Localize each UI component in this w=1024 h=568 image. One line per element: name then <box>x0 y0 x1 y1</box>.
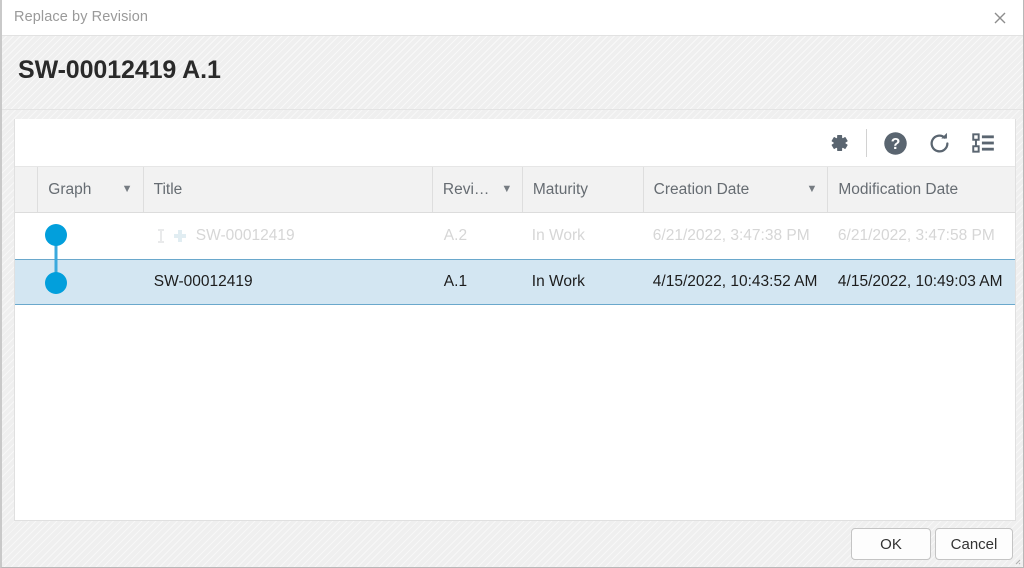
row-title-cell: SW-00012419 <box>144 213 434 259</box>
table-toolbar: ? <box>15 119 1015 167</box>
column-header-modification-date[interactable]: Modification Date <box>828 167 1015 212</box>
column-header-maturity[interactable]: Maturity <box>523 167 644 212</box>
sort-caret-graph-icon[interactable]: ▼ <box>110 184 133 195</box>
row-title-cell: SW-00012419 <box>144 260 434 304</box>
toolbar-separator <box>866 129 867 157</box>
row-title-text: SW-00012419 <box>153 273 253 290</box>
row-maturity-cell: In Work <box>531 273 585 290</box>
sort-caret-revision-icon[interactable]: ▼ <box>489 184 512 195</box>
settings-gear-icon[interactable] <box>816 121 860 165</box>
column-header-graph-label: Graph <box>48 180 92 198</box>
replace-by-revision-dialog: Replace by Revision SW-00012419 A.1 ? Gr… <box>0 0 1024 568</box>
close-icon[interactable] <box>983 3 1017 33</box>
column-header-maturity-label: Maturity <box>532 180 589 198</box>
row-maturity-cell: In Work <box>531 227 585 244</box>
resize-grip[interactable] <box>1011 555 1021 565</box>
cancel-button[interactable]: Cancel <box>935 528 1013 560</box>
row-title-icons <box>154 228 187 244</box>
header-gutter <box>15 167 39 212</box>
table-row[interactable]: SW-00012419 A.2 In Work 6/21/2022, 3:47:… <box>15 213 1015 259</box>
row-revision-cell: A.1 <box>443 273 468 290</box>
row-creation-date-cell: 6/21/2022, 3:47:38 PM <box>652 227 810 244</box>
refresh-icon[interactable] <box>917 121 961 165</box>
column-header-title-label: Title <box>153 180 183 198</box>
column-header-graph[interactable]: Graph ▼ <box>38 167 144 212</box>
dialog-body: ? Graph ▼ Title Revi… ▼ Maturity Creatio… <box>2 110 1023 567</box>
row-revision-cell: A.2 <box>443 227 468 244</box>
column-header-revision[interactable]: Revi… ▼ <box>433 167 523 212</box>
table-row[interactable]: SW-00012419 A.1 In Work 4/15/2022, 10:43… <box>15 259 1015 305</box>
column-header-creation-date[interactable]: Creation Date ▼ <box>644 167 829 212</box>
row-title-text: SW-00012419 <box>195 227 295 244</box>
dialog-titlebar: Replace by Revision <box>2 0 1023 36</box>
row-gutter <box>15 260 38 304</box>
heading-band: SW-00012419 A.1 <box>2 36 1023 110</box>
table-header-row: Graph ▼ Title Revi… ▼ Maturity Creation … <box>15 167 1015 213</box>
row-graph-cell <box>38 260 143 304</box>
lock-icon <box>157 229 164 243</box>
page-title: SW-00012419 A.1 <box>18 56 221 84</box>
row-creation-date-cell: 4/15/2022, 10:43:52 AM <box>652 273 818 290</box>
ok-button[interactable]: OK <box>851 528 931 560</box>
tree-view-icon[interactable] <box>961 121 1005 165</box>
dialog-title: Replace by Revision <box>14 9 149 25</box>
row-graph-cell <box>38 213 143 259</box>
revision-table-panel: ? Graph ▼ Title Revi… ▼ Maturity Creatio… <box>14 119 1016 521</box>
dialog-footer: OK Cancel <box>14 521 1013 567</box>
row-modification-date-cell: 6/21/2022, 3:47:58 PM <box>837 227 995 244</box>
column-header-creation-date-label: Creation Date <box>653 180 750 198</box>
column-header-modification-date-label: Modification Date <box>838 180 959 198</box>
row-modification-date-cell: 4/15/2022, 10:49:03 AM <box>837 273 1003 290</box>
row-gutter <box>15 213 38 259</box>
column-header-title[interactable]: Title <box>144 167 433 212</box>
add-badge-icon <box>173 230 186 242</box>
svg-text:?: ? <box>890 136 900 153</box>
help-icon[interactable]: ? <box>873 121 917 165</box>
sort-caret-creation-date-icon[interactable]: ▼ <box>795 184 818 195</box>
column-header-revision-label: Revi… <box>442 180 490 198</box>
